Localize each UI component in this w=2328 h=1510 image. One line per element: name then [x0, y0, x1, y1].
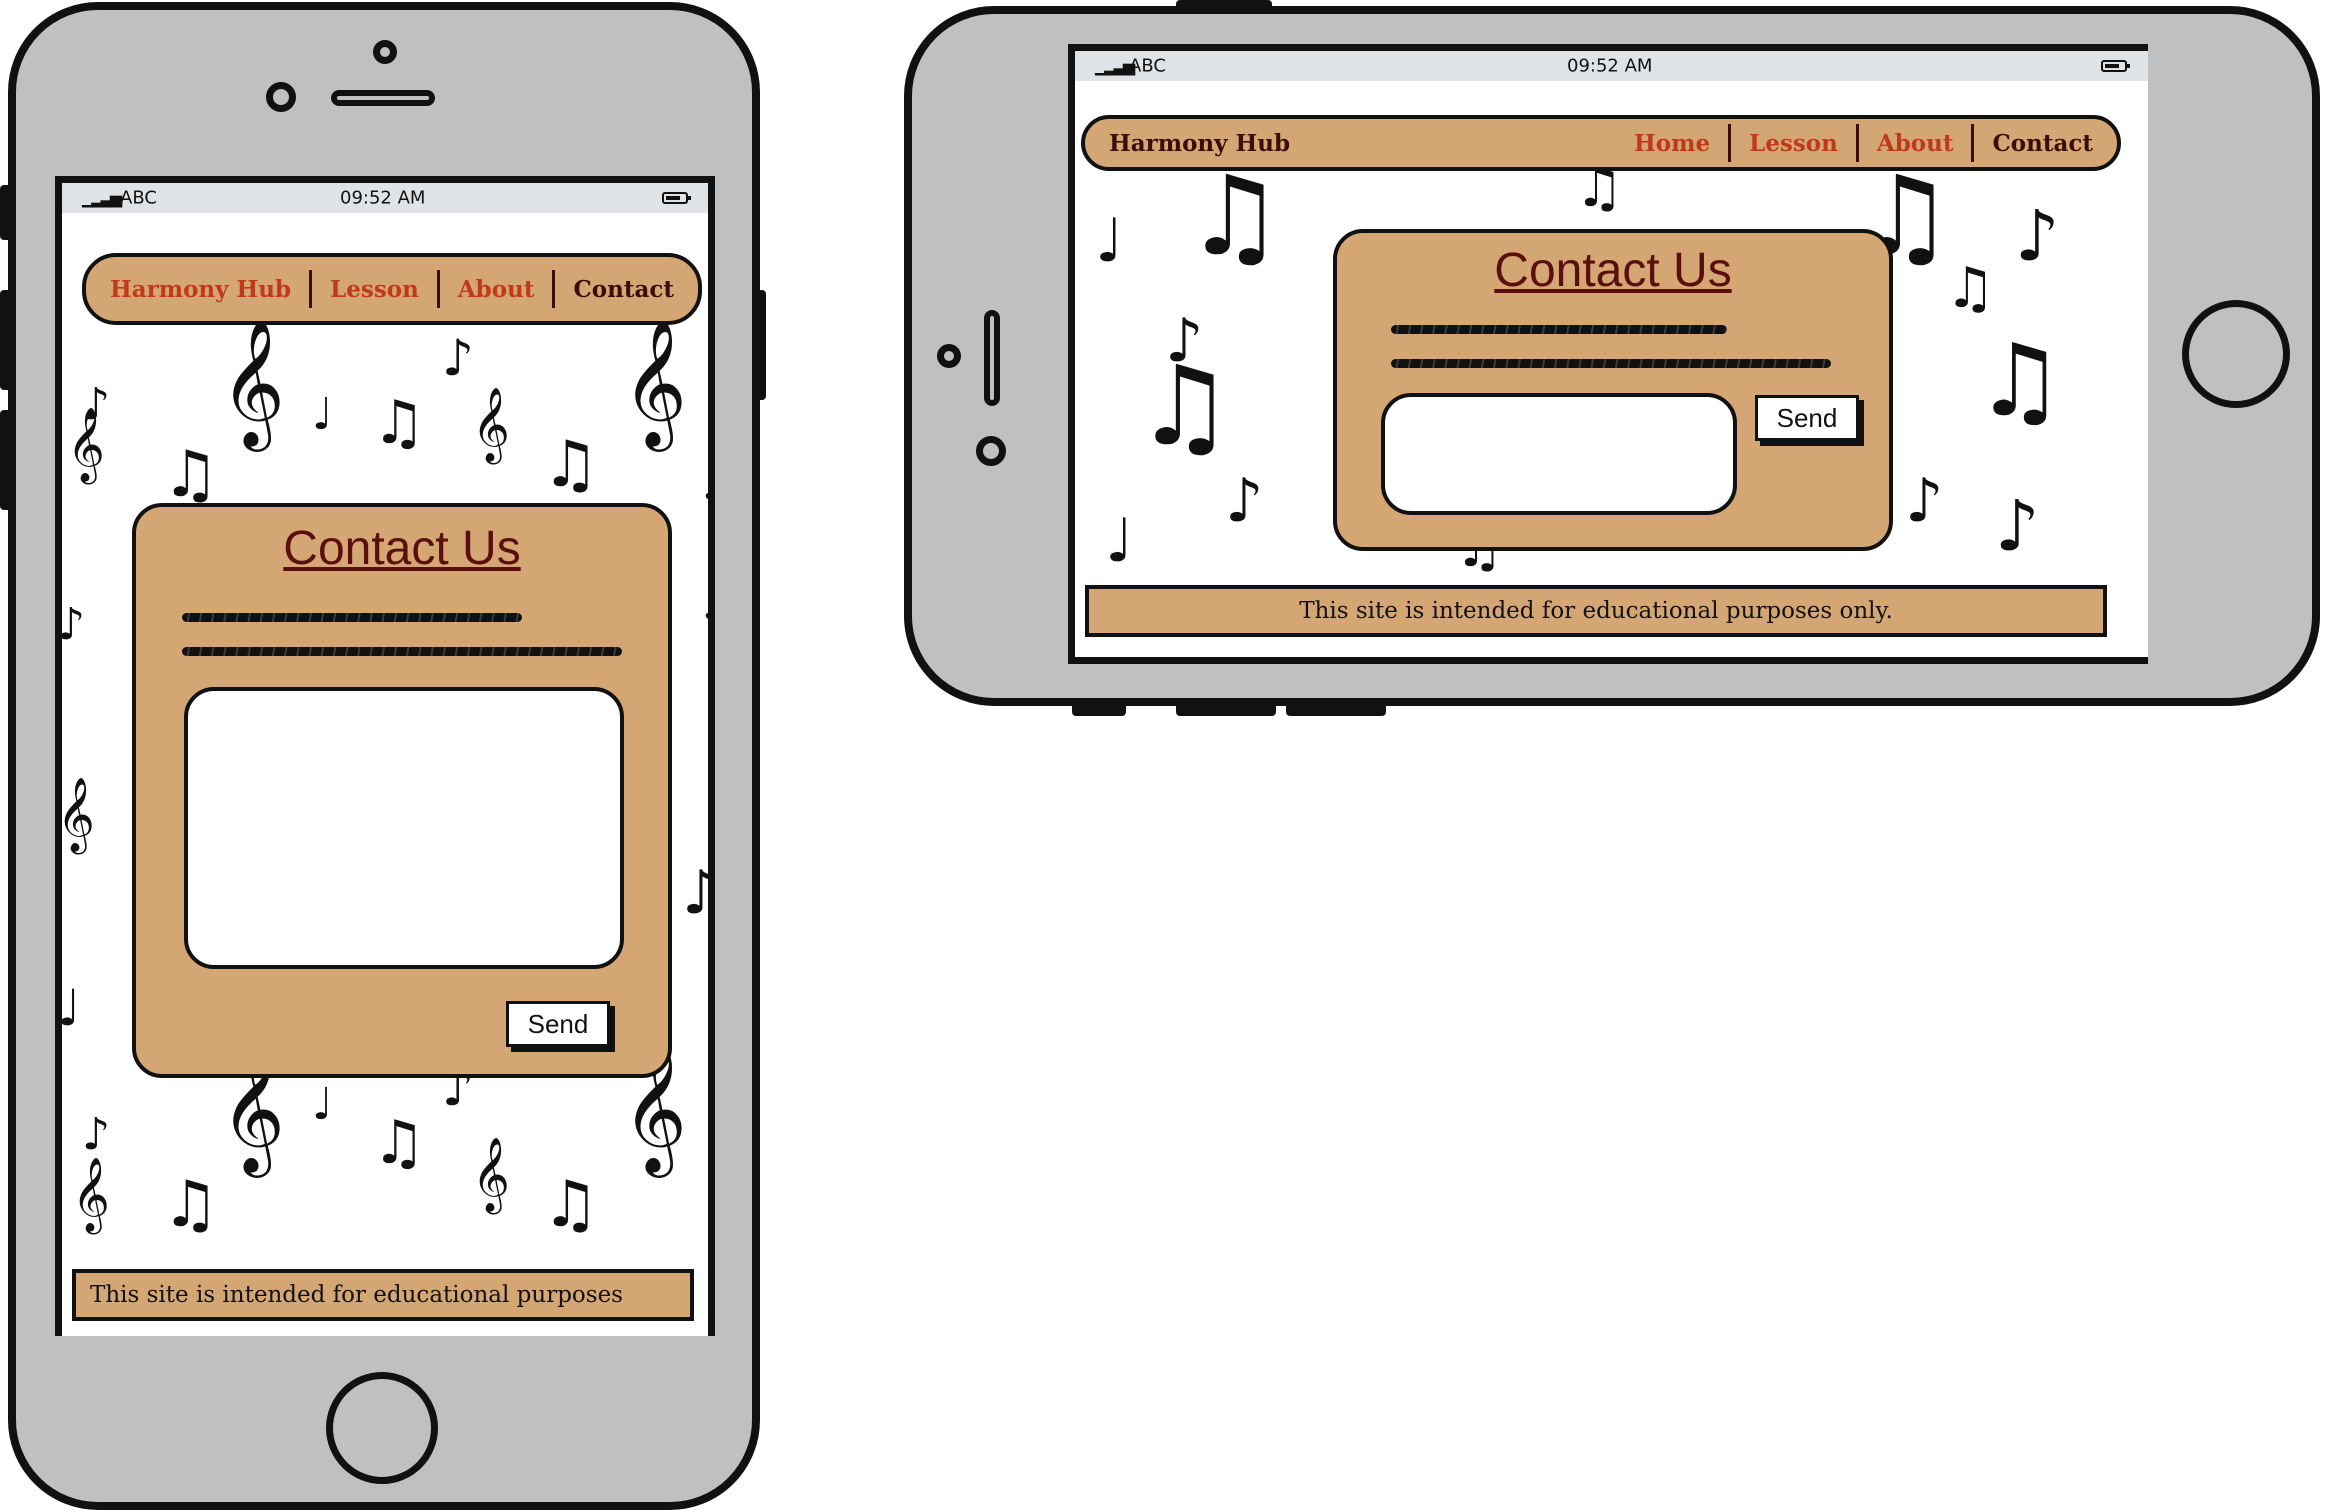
music-note-icon: ♩ [702, 583, 708, 627]
speaker-icon [331, 90, 435, 106]
nav-separator [309, 270, 313, 308]
music-note-icon: ♫ [162, 1168, 220, 1242]
send-button[interactable]: Send [1755, 395, 1859, 441]
music-note-icon: ♪ [2015, 195, 2060, 277]
music-note-icon: ♪ [682, 863, 708, 923]
home-button-icon[interactable] [2182, 300, 2290, 408]
sensor-icon [373, 40, 397, 64]
message-textarea[interactable] [1381, 393, 1737, 515]
nav-link-home[interactable]: Home [1634, 130, 1710, 157]
carrier-label: ABC [1129, 55, 1166, 77]
treble-clef-icon: 𝄞 [472, 388, 510, 462]
music-note-icon: ♫ [162, 438, 220, 512]
music-note-icon: ♪ [1225, 466, 1264, 536]
battery-icon [2101, 60, 2130, 72]
contact-title: Contact Us [1494, 244, 1732, 297]
contact-title: Contact Us [283, 522, 521, 575]
nav-separator [436, 270, 440, 308]
camera-icon [937, 344, 961, 368]
placeholder-text-line [182, 647, 622, 656]
music-note-icon: ♪ [1995, 485, 2040, 567]
send-button[interactable]: Send [506, 1001, 610, 1047]
music-note-icon: ♪ [702, 463, 708, 507]
music-note-icon: ♪ [442, 329, 474, 387]
site-footer: This site is intended for educational pu… [72, 1269, 694, 1321]
treble-clef-icon: 𝄞 [72, 1158, 110, 1232]
nav-brand[interactable]: Harmony Hub [110, 276, 291, 303]
nav-link-contact[interactable]: Contact [1992, 130, 2093, 157]
contact-card: Contact Us Send [1333, 229, 1893, 551]
top-nav: Harmony Hub Home Lesson About Contact [1081, 115, 2121, 171]
music-note-icon: ♫ [372, 388, 426, 458]
site-footer: This site is intended for educational pu… [1085, 585, 2107, 637]
portrait-screen: ▁▂▃▅ ABC 09:52 AM 𝄞 𝄞 ♫ ♫ ♫ ♪ ♪ ♩ 𝄞 𝄞 ♪ … [55, 176, 715, 1336]
nav-separator [1855, 124, 1859, 162]
music-note-icon: ♩ [57, 979, 81, 1037]
nav-link-about[interactable]: About [458, 276, 535, 303]
treble-clef-icon: 𝄞 [57, 778, 95, 852]
music-note-icon: ♫ [372, 1108, 426, 1178]
signal-icon: ▁▂▃▅ [1095, 56, 1135, 76]
treble-clef-icon: 𝄞 [472, 1138, 510, 1212]
music-note-icon: ♩ [1095, 206, 1124, 276]
nav-brand[interactable]: Harmony Hub [1109, 130, 1290, 157]
carrier-label: ABC [120, 187, 157, 209]
music-note-icon: ♫ [1185, 152, 1284, 280]
battery-icon [662, 192, 691, 204]
nav-separator [552, 270, 556, 308]
status-time: 09:52 AM [1567, 55, 1653, 77]
status-bar: ▁▂▃▅ ABC 09:52 AM [1075, 51, 2148, 81]
music-note-icon: ♫ [1975, 322, 2065, 439]
placeholder-text-line [182, 613, 522, 622]
landscape-screen: ▁▂▃▅ ABC 09:52 AM ♫ ♩ ♫ ♪ ♪ ♩ ♫ ♪ ♫ ♫ ♪ … [1068, 44, 2148, 664]
treble-clef-icon: 𝄞 [622, 318, 688, 446]
nav-link-lesson[interactable]: Lesson [330, 276, 419, 303]
nav-link-contact[interactable]: Contact [573, 276, 674, 303]
music-note-icon: ♫ [542, 1168, 600, 1242]
treble-clef-icon: 𝄞 [67, 408, 105, 482]
nav-link-lesson[interactable]: Lesson [1749, 130, 1838, 157]
home-button-icon[interactable] [326, 1372, 438, 1484]
music-note-icon: ♩ [1105, 506, 1134, 576]
music-note-icon: ♫ [542, 428, 600, 502]
treble-clef-icon: 𝄞 [220, 318, 286, 446]
nav-separator [1728, 124, 1732, 162]
music-note-icon: ♪ [57, 599, 86, 650]
sensor-icon [976, 436, 1006, 466]
camera-icon [266, 82, 296, 112]
music-note-icon: ♪ [1905, 466, 1944, 536]
signal-icon: ▁▂▃▅ [82, 188, 122, 208]
top-nav: Harmony Hub Lesson About Contact [82, 253, 702, 325]
speaker-icon [984, 310, 1000, 406]
contact-card: Contact Us Send [132, 503, 672, 1078]
status-bar: ▁▂▃▅ ABC 09:52 AM [62, 183, 708, 213]
placeholder-text-line [1391, 359, 1831, 368]
nav-separator [1971, 124, 1975, 162]
music-note-icon: ♪ [82, 1109, 111, 1160]
message-textarea[interactable] [184, 687, 624, 969]
music-note-icon: ♩ [312, 389, 333, 440]
music-note-icon: ♩ [312, 1079, 333, 1130]
placeholder-text-line [1391, 325, 1727, 334]
nav-link-about[interactable]: About [1877, 130, 1954, 157]
music-note-icon: ♫ [1945, 256, 1996, 321]
status-time: 09:52 AM [340, 187, 426, 209]
music-note-icon: ♪ [1165, 306, 1204, 376]
